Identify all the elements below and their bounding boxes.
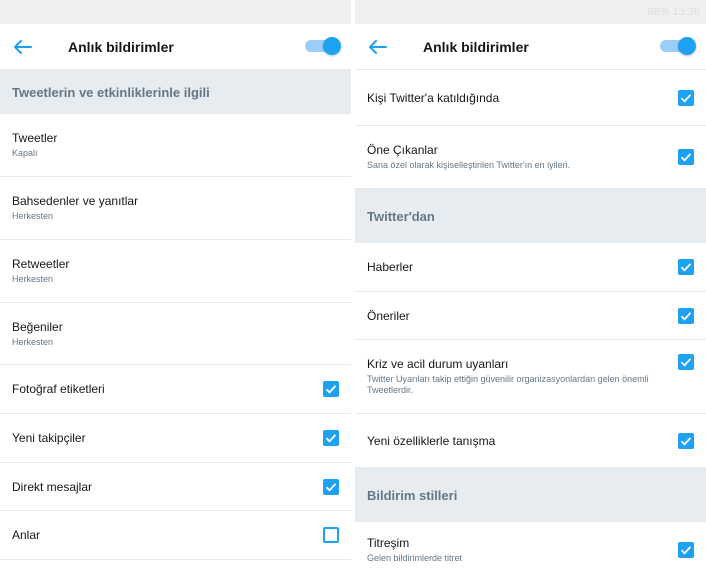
settings-row-crisis-alerts[interactable]: Kriz ve acil durum uyanları Twitter Uyarı… [355,340,706,414]
settings-row-photo-tags[interactable]: Fotoğraf etiketleri [0,365,351,414]
check-icon [325,482,337,492]
page-title: Anlık bildirimler [423,38,529,55]
checkbox-direct-messages[interactable] [323,478,339,495]
check-icon [680,546,692,555]
row-title: Anlar [12,528,41,542]
settings-row-news[interactable]: Haberler [355,243,706,292]
row-subtitle: Kapalı [12,148,38,159]
checkbox-new-features[interactable] [678,432,694,449]
check-icon [325,434,337,443]
left-screen: Anlık bildirimler Tweetlerin ve etkinlik… [0,0,351,572]
checkbox-new-followers[interactable] [323,430,339,446]
checkbox-highlights[interactable] [678,149,694,165]
notifications-toggle[interactable] [305,37,341,55]
row-title: Haberler [367,260,414,274]
checkbox-crisis-alerts[interactable] [678,354,694,370]
row-title: Bahsedenler ve yanıtlar [12,194,139,209]
check-icon [680,93,692,103]
section-header-notification-styles: Bildirim stilleri [355,468,706,522]
section-header-from-twitter: Twitter'dan [355,189,706,243]
app-bar: Anlık bildirimler [355,24,706,70]
row-subtitle: Herkesten [12,274,54,285]
section-header-tweets: Tweetlerin ve etkinliklerinle ilgili [0,70,351,114]
row-title: Kişi Twitter'a katıldığında [367,90,500,105]
settings-row-person-joined[interactable]: Kişi Twitter'a katıldığında [355,70,706,126]
checkbox-news[interactable] [678,259,694,275]
checkbox-photo-tags[interactable] [323,381,339,397]
settings-row-new-followers[interactable]: Yeni takipçiler [0,414,351,463]
row-title: Tweetler [12,131,58,146]
toggle-thumb [678,37,696,55]
settings-row-moments[interactable]: Anlar [0,511,351,560]
row-title: Öneriler [367,308,410,323]
row-subtitle: Gelen bildirimlerde titret [367,553,463,564]
checkbox-person-joined[interactable] [678,89,694,106]
row-title: Retweetler [12,257,70,272]
checkbox-recommendations[interactable] [678,307,694,324]
row-subtitle: Herkesten [12,211,54,222]
app-bar: Anlık bildirimler [0,24,351,70]
row-subtitle: Twitter Uyarıları takip ettiğin güvenili… [367,374,649,395]
settings-row-likes[interactable]: Beğeniler Herkesten [0,303,351,365]
settings-row-recommendations[interactable]: Öneriler [355,292,706,340]
notifications-toggle[interactable] [660,37,696,55]
page-title: Anlık bildirimler [68,38,174,55]
check-icon [680,436,692,446]
check-icon [325,385,337,394]
check-icon [680,263,692,272]
settings-row-tweets[interactable]: Tweetler Kapalı [0,114,351,177]
back-arrow-icon[interactable] [369,39,387,54]
checkbox-vibration[interactable] [678,542,694,558]
right-screen: 98% 13:36 Anlık bildirimler Kişi Twitter… [355,0,706,572]
row-title: Öne Çıkanlar [367,143,438,158]
row-title: Titreşim [367,536,410,551]
row-title: Yeni özelliklerle tanışma [367,433,496,448]
settings-row-retweets[interactable]: Retweetler Herkesten [0,240,351,303]
settings-row-highlights[interactable]: Öne Çıkanlar Sana özel olarak kişiselleşt… [355,126,706,189]
back-arrow-icon[interactable] [14,39,32,54]
row-subtitle: Sana özel olarak kişiselleştirilen Twitt… [367,160,571,171]
check-icon [680,358,692,367]
settings-row-direct-messages[interactable]: Direkt mesajlar [0,463,351,511]
settings-row-vibration[interactable]: Titreşim Gelen bildirimlerde titret [355,522,706,572]
row-title: Yeni takipçiler [12,431,86,445]
row-title: Direkt mesajlar [12,479,93,494]
check-icon [680,311,692,321]
row-title: Fotoğraf etiketleri [12,382,105,396]
status-bar [0,0,351,24]
row-title: Kriz ve acil durum uyanları [367,357,509,372]
settings-row-mentions-replies[interactable]: Bahsedenler ve yanıtlar Herkesten [0,177,351,240]
toggle-thumb [323,37,341,55]
row-subtitle: Herkesten [12,336,54,347]
settings-row-new-features[interactable]: Yeni özelliklerle tanışma [355,414,706,468]
check-icon [680,153,692,162]
row-title: Beğeniler [12,319,63,334]
status-bar: 98% 13:36 [355,0,706,24]
checkbox-moments[interactable] [323,527,339,543]
